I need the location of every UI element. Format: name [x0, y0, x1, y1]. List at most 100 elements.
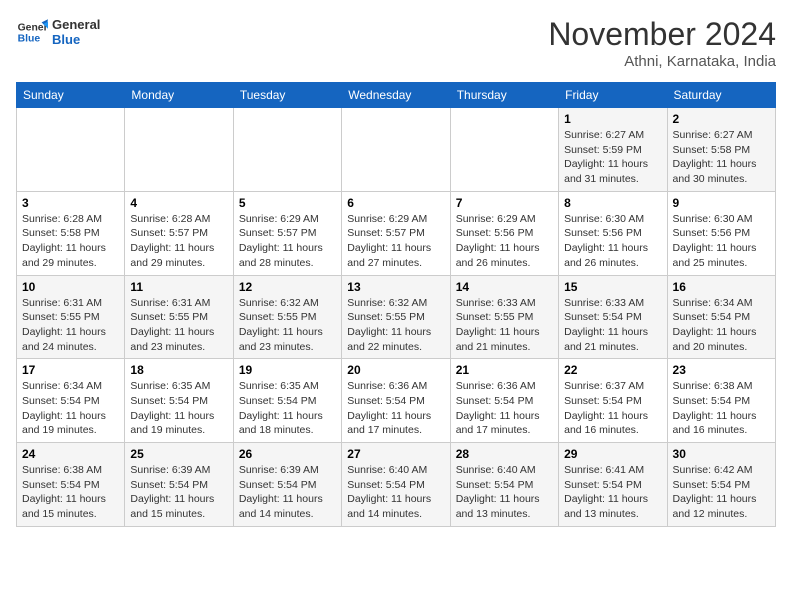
day-info: Sunrise: 6:40 AMSunset: 5:54 PMDaylight:…	[347, 463, 444, 522]
calendar-cell: 21 Sunrise: 6:36 AMSunset: 5:54 PMDayligh…	[450, 359, 558, 443]
logo-icon: General Blue	[16, 16, 48, 48]
calendar-cell: 8 Sunrise: 6:30 AMSunset: 5:56 PMDaylight…	[559, 191, 667, 275]
calendar-cell: 22 Sunrise: 6:37 AMSunset: 5:54 PMDayligh…	[559, 359, 667, 443]
calendar-cell: 28 Sunrise: 6:40 AMSunset: 5:54 PMDayligh…	[450, 443, 558, 527]
calendar-cell: 24 Sunrise: 6:38 AMSunset: 5:54 PMDayligh…	[17, 443, 125, 527]
calendar-body: 1Sunrise: 6:27 AMSunset: 5:59 PMDaylight…	[17, 108, 776, 527]
day-number: 17	[22, 363, 119, 377]
day-number: 23	[673, 363, 770, 377]
day-info: Sunrise: 6:39 AMSunset: 5:54 PMDaylight:…	[239, 463, 336, 522]
calendar-cell: 3 Sunrise: 6:28 AMSunset: 5:58 PMDaylight…	[17, 191, 125, 275]
day-info: Sunrise: 6:38 AMSunset: 5:54 PMDaylight:…	[673, 379, 770, 438]
calendar-cell: 9Sunrise: 6:30 AMSunset: 5:56 PMDaylight…	[667, 191, 775, 275]
day-number: 30	[673, 447, 770, 461]
day-number: 12	[239, 280, 336, 294]
day-number: 11	[130, 280, 227, 294]
day-info: Sunrise: 6:37 AMSunset: 5:54 PMDaylight:…	[564, 379, 661, 438]
calendar-cell: 25 Sunrise: 6:39 AMSunset: 5:54 PMDayligh…	[125, 443, 233, 527]
day-info: Sunrise: 6:32 AMSunset: 5:55 PMDaylight:…	[347, 296, 444, 355]
weekday-tuesday: Tuesday	[233, 83, 341, 108]
week-row-2: 3 Sunrise: 6:28 AMSunset: 5:58 PMDaylight…	[17, 191, 776, 275]
calendar-cell: 23 Sunrise: 6:38 AMSunset: 5:54 PMDayligh…	[667, 359, 775, 443]
calendar-cell: 2Sunrise: 6:27 AMSunset: 5:58 PMDaylight…	[667, 108, 775, 192]
calendar-cell	[233, 108, 341, 192]
month-title: November 2024	[548, 16, 776, 53]
svg-text:Blue: Blue	[18, 34, 41, 45]
day-info: Sunrise: 6:31 AMSunset: 5:55 PMDaylight:…	[130, 296, 227, 355]
calendar-cell: 29 Sunrise: 6:41 AMSunset: 5:54 PMDayligh…	[559, 443, 667, 527]
day-info: Sunrise: 6:42 AMSunset: 5:54 PMDaylight:…	[673, 463, 770, 522]
calendar-cell: 5 Sunrise: 6:29 AMSunset: 5:57 PMDaylight…	[233, 191, 341, 275]
calendar-cell	[17, 108, 125, 192]
day-number: 16	[673, 280, 770, 294]
day-number: 13	[347, 280, 444, 294]
calendar-cell: 20Sunrise: 6:36 AMSunset: 5:54 PMDayligh…	[342, 359, 450, 443]
calendar-cell: 19 Sunrise: 6:35 AMSunset: 5:54 PMDayligh…	[233, 359, 341, 443]
calendar-cell: 17 Sunrise: 6:34 AMSunset: 5:54 PMDayligh…	[17, 359, 125, 443]
day-number: 21	[456, 363, 553, 377]
week-row-1: 1Sunrise: 6:27 AMSunset: 5:59 PMDaylight…	[17, 108, 776, 192]
day-info: Sunrise: 6:31 AMSunset: 5:55 PMDaylight:…	[22, 296, 119, 355]
weekday-header-row: SundayMondayTuesdayWednesdayThursdayFrid…	[17, 83, 776, 108]
calendar-cell: 6 Sunrise: 6:29 AMSunset: 5:57 PMDaylight…	[342, 191, 450, 275]
day-number: 27	[347, 447, 444, 461]
header: General Blue General Blue November 2024 …	[16, 16, 776, 70]
day-info: Sunrise: 6:40 AMSunset: 5:54 PMDaylight:…	[456, 463, 553, 522]
day-info: Sunrise: 6:29 AMSunset: 5:57 PMDaylight:…	[239, 212, 336, 271]
day-number: 25	[130, 447, 227, 461]
day-number: 18	[130, 363, 227, 377]
week-row-5: 24 Sunrise: 6:38 AMSunset: 5:54 PMDayligh…	[17, 443, 776, 527]
day-info: Sunrise: 6:29 AMSunset: 5:57 PMDaylight:…	[347, 212, 444, 271]
weekday-monday: Monday	[125, 83, 233, 108]
day-info: Sunrise: 6:36 AMSunset: 5:54 PMDaylight:…	[456, 379, 553, 438]
calendar-cell: 30 Sunrise: 6:42 AMSunset: 5:54 PMDayligh…	[667, 443, 775, 527]
day-info: Sunrise: 6:30 AMSunset: 5:56 PMDaylight:…	[564, 212, 661, 271]
calendar-cell: 12 Sunrise: 6:32 AMSunset: 5:55 PMDayligh…	[233, 275, 341, 359]
day-number: 19	[239, 363, 336, 377]
calendar-cell: 1Sunrise: 6:27 AMSunset: 5:59 PMDaylight…	[559, 108, 667, 192]
day-info: Sunrise: 6:34 AMSunset: 5:54 PMDaylight:…	[673, 296, 770, 355]
week-row-4: 17 Sunrise: 6:34 AMSunset: 5:54 PMDayligh…	[17, 359, 776, 443]
calendar-cell: 16 Sunrise: 6:34 AMSunset: 5:54 PMDayligh…	[667, 275, 775, 359]
title-area: November 2024 Athni, Karnataka, India	[548, 16, 776, 70]
calendar-cell: 26 Sunrise: 6:39 AMSunset: 5:54 PMDayligh…	[233, 443, 341, 527]
day-info: Sunrise: 6:34 AMSunset: 5:54 PMDaylight:…	[22, 379, 119, 438]
day-number: 2	[673, 112, 770, 126]
day-number: 29	[564, 447, 661, 461]
day-number: 4	[130, 196, 227, 210]
calendar-cell	[450, 108, 558, 192]
day-info: Sunrise: 6:33 AMSunset: 5:55 PMDaylight:…	[456, 296, 553, 355]
day-info: Sunrise: 6:28 AMSunset: 5:58 PMDaylight:…	[22, 212, 119, 271]
day-number: 6	[347, 196, 444, 210]
day-number: 22	[564, 363, 661, 377]
day-number: 28	[456, 447, 553, 461]
day-number: 26	[239, 447, 336, 461]
weekday-wednesday: Wednesday	[342, 83, 450, 108]
weekday-sunday: Sunday	[17, 83, 125, 108]
logo: General Blue General Blue	[16, 16, 100, 48]
day-info: Sunrise: 6:35 AMSunset: 5:54 PMDaylight:…	[130, 379, 227, 438]
day-info: Sunrise: 6:28 AMSunset: 5:57 PMDaylight:…	[130, 212, 227, 271]
day-number: 3	[22, 196, 119, 210]
day-info: Sunrise: 6:41 AMSunset: 5:54 PMDaylight:…	[564, 463, 661, 522]
day-number: 8	[564, 196, 661, 210]
day-number: 24	[22, 447, 119, 461]
day-info: Sunrise: 6:35 AMSunset: 5:54 PMDaylight:…	[239, 379, 336, 438]
calendar-cell: 18 Sunrise: 6:35 AMSunset: 5:54 PMDayligh…	[125, 359, 233, 443]
day-info: Sunrise: 6:29 AMSunset: 5:56 PMDaylight:…	[456, 212, 553, 271]
logo-line2: Blue	[52, 32, 100, 47]
calendar-table: SundayMondayTuesdayWednesdayThursdayFrid…	[16, 82, 776, 527]
calendar-cell: 11 Sunrise: 6:31 AMSunset: 5:55 PMDayligh…	[125, 275, 233, 359]
day-info: Sunrise: 6:38 AMSunset: 5:54 PMDaylight:…	[22, 463, 119, 522]
calendar-cell: 13 Sunrise: 6:32 AMSunset: 5:55 PMDayligh…	[342, 275, 450, 359]
day-number: 15	[564, 280, 661, 294]
day-number: 14	[456, 280, 553, 294]
day-number: 5	[239, 196, 336, 210]
day-info: Sunrise: 6:39 AMSunset: 5:54 PMDaylight:…	[130, 463, 227, 522]
day-info: Sunrise: 6:32 AMSunset: 5:55 PMDaylight:…	[239, 296, 336, 355]
week-row-3: 10 Sunrise: 6:31 AMSunset: 5:55 PMDayligh…	[17, 275, 776, 359]
day-info: Sunrise: 6:30 AMSunset: 5:56 PMDaylight:…	[673, 212, 770, 271]
weekday-friday: Friday	[559, 83, 667, 108]
day-number: 10	[22, 280, 119, 294]
calendar-cell: 27 Sunrise: 6:40 AMSunset: 5:54 PMDayligh…	[342, 443, 450, 527]
